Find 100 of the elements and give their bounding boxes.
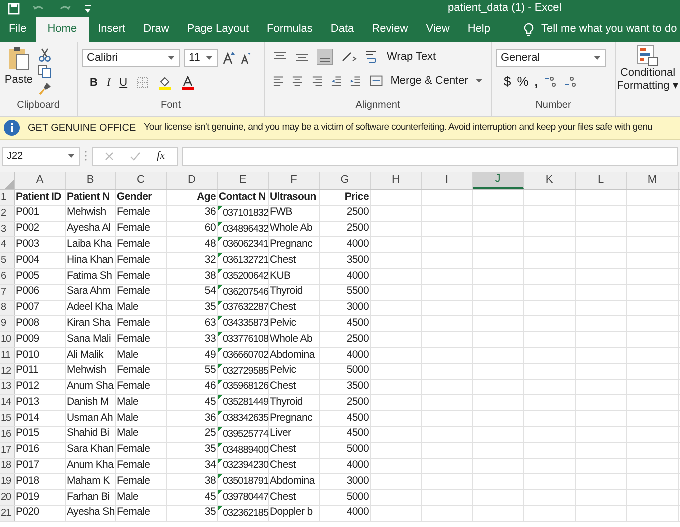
error-indicator-icon[interactable] — [218, 332, 223, 338]
row-header[interactable]: 6 — [0, 268, 15, 284]
scissors-icon[interactable] — [38, 48, 52, 62]
row-header[interactable]: 11 — [0, 348, 15, 363]
error-indicator-icon[interactable] — [218, 300, 223, 306]
error-indicator-icon[interactable] — [218, 348, 223, 353]
wrap-text-icon[interactable] — [365, 50, 379, 64]
error-indicator-icon[interactable] — [218, 426, 223, 432]
column-header[interactable]: L — [576, 172, 627, 189]
row-header[interactable]: 1 — [0, 190, 15, 205]
error-indicator-icon[interactable] — [218, 506, 223, 511]
align-left-icon[interactable] — [273, 74, 284, 87]
row-header[interactable]: 10 — [0, 332, 15, 347]
grow-font-icon[interactable] — [222, 51, 236, 65]
font-name-dropdown[interactable]: Calibri — [82, 49, 180, 67]
number-format-dropdown[interactable]: General — [496, 49, 606, 67]
paste-button[interactable]: Paste — [4, 46, 34, 98]
column-header[interactable]: H — [371, 172, 422, 189]
column-header[interactable]: B — [66, 172, 116, 189]
error-indicator-icon[interactable] — [218, 268, 223, 274]
decrease-decimal-icon[interactable] — [564, 76, 578, 88]
error-indicator-icon[interactable] — [218, 395, 223, 400]
ribbon-tab[interactable]: Formulas — [258, 17, 322, 42]
error-indicator-icon[interactable] — [218, 458, 223, 464]
ribbon-tab[interactable]: Home — [36, 17, 90, 42]
row-header[interactable]: 9 — [0, 316, 15, 332]
ribbon-tab[interactable]: Help — [458, 17, 500, 42]
row-header[interactable]: 8 — [0, 300, 15, 316]
customize-icon[interactable] — [84, 4, 92, 14]
percent-button[interactable]: % — [517, 72, 529, 92]
row-header[interactable]: 13 — [0, 380, 15, 394]
wrap-text-button[interactable]: Wrap Text — [387, 49, 436, 66]
ribbon-tab[interactable]: View — [417, 17, 459, 42]
ribbon-tab[interactable]: Draw — [134, 17, 178, 42]
ribbon-tab[interactable]: Review — [363, 17, 418, 42]
error-indicator-icon[interactable] — [218, 490, 223, 496]
tell-me-search[interactable]: Tell me what you want to do — [542, 21, 678, 38]
error-indicator-icon[interactable] — [218, 474, 223, 480]
insert-function-button[interactable]: fx — [157, 148, 165, 164]
increase-decimal-icon[interactable] — [544, 76, 558, 88]
increase-indent-icon[interactable] — [350, 74, 362, 87]
error-indicator-icon[interactable] — [218, 253, 223, 258]
shrink-font-icon[interactable] — [240, 51, 252, 65]
row-header[interactable]: 2 — [0, 206, 15, 221]
borders-icon[interactable] — [136, 77, 149, 90]
bold-button[interactable]: B — [90, 75, 98, 92]
error-indicator-icon[interactable] — [218, 237, 223, 242]
error-indicator-icon[interactable] — [218, 364, 223, 369]
italic-button[interactable]: I — [106, 75, 111, 92]
lightbulb-icon[interactable] — [524, 22, 534, 36]
copy-icon[interactable] — [38, 65, 52, 79]
name-box[interactable]: J22 — [2, 146, 80, 166]
column-header[interactable]: E — [218, 172, 269, 189]
align-right-icon[interactable] — [312, 74, 323, 87]
row-header[interactable]: 7 — [0, 284, 15, 300]
column-header[interactable]: F — [269, 172, 320, 189]
row-header[interactable]: 16 — [0, 426, 15, 442]
column-header[interactable]: M — [627, 172, 679, 189]
row-header[interactable]: 21 — [0, 506, 15, 521]
error-indicator-icon[interactable] — [218, 222, 223, 227]
row-header[interactable]: 18 — [0, 458, 15, 474]
row-header[interactable]: 19 — [0, 474, 15, 490]
column-header[interactable]: D — [167, 172, 218, 189]
error-indicator-icon[interactable] — [218, 206, 223, 211]
merge-icon[interactable] — [370, 74, 383, 87]
error-indicator-icon[interactable] — [218, 380, 223, 385]
merge-center-button[interactable]: Merge & Center — [390, 72, 468, 89]
row-header[interactable]: 15 — [0, 411, 15, 426]
ribbon-tab[interactable]: Data — [322, 17, 364, 42]
ribbon-tab[interactable]: Page Layout — [178, 17, 258, 42]
formula-input[interactable] — [182, 146, 678, 166]
row-header[interactable]: 12 — [0, 364, 15, 379]
error-indicator-icon[interactable] — [218, 411, 223, 416]
align-bottom-icon[interactable] — [317, 49, 333, 66]
conditional-formatting-button[interactable]: Conditional Formatting ▾ — [616, 42, 680, 116]
orientation-icon[interactable] — [341, 51, 357, 64]
brush-icon[interactable] — [38, 82, 52, 96]
column-header[interactable]: J — [473, 172, 524, 189]
font-color-icon[interactable] — [180, 76, 195, 90]
align-center-icon[interactable] — [292, 74, 304, 87]
font-size-dropdown[interactable]: 11 — [184, 49, 218, 67]
column-header[interactable]: C — [116, 172, 167, 189]
column-header[interactable]: K — [524, 172, 576, 189]
underline-button[interactable]: U — [120, 75, 128, 92]
row-header[interactable]: 5 — [0, 253, 15, 268]
row-header[interactable]: 14 — [0, 395, 15, 410]
column-header[interactable]: G — [320, 172, 371, 189]
save-icon[interactable] — [8, 2, 20, 14]
row-header[interactable]: 3 — [0, 222, 15, 236]
row-header[interactable]: 20 — [0, 490, 15, 505]
ribbon-tab[interactable]: Insert — [89, 17, 135, 42]
decrease-indent-icon[interactable] — [330, 74, 342, 87]
fill-color-icon[interactable] — [158, 76, 172, 90]
row-header[interactable]: 17 — [0, 442, 15, 458]
error-indicator-icon[interactable] — [218, 284, 223, 290]
currency-button[interactable]: $ — [504, 72, 512, 92]
ribbon-tab[interactable]: File — [0, 17, 36, 42]
column-header[interactable]: A — [15, 172, 66, 189]
comma-button[interactable]: , — [534, 72, 538, 92]
error-indicator-icon[interactable] — [218, 316, 223, 322]
